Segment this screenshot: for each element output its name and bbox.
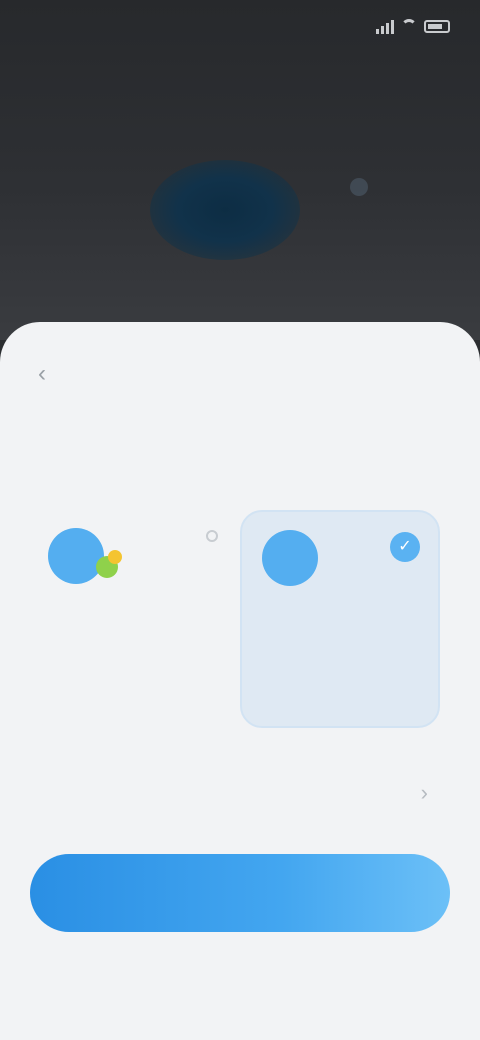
scan-target [150,160,300,260]
chevron-right-icon: › [420,780,428,805]
person-icon [262,530,318,586]
status-icons [376,18,450,34]
settings-row[interactable]: › [32,762,448,830]
people-icon [48,528,104,584]
signal-icon [376,18,394,34]
back-arrow-icon[interactable]: ‹ [30,362,54,386]
sheet-header: ‹ [0,352,480,396]
bottom-sheet: ‹ ✓ › [0,322,480,1040]
battery-icon [424,19,450,33]
option-card-second[interactable]: ✓ [240,510,440,728]
status-bar [0,0,480,60]
camera-dot-icon [350,178,368,196]
camera-preview-area [0,0,480,340]
radio-unselected[interactable] [206,530,218,542]
wifi-icon [400,19,418,33]
option-card-first[interactable] [32,510,232,728]
check-icon: ✓ [398,538,412,555]
badge-yellow-icon [108,550,122,564]
primary-action-button[interactable] [30,854,450,932]
radio-selected[interactable]: ✓ [390,532,420,562]
